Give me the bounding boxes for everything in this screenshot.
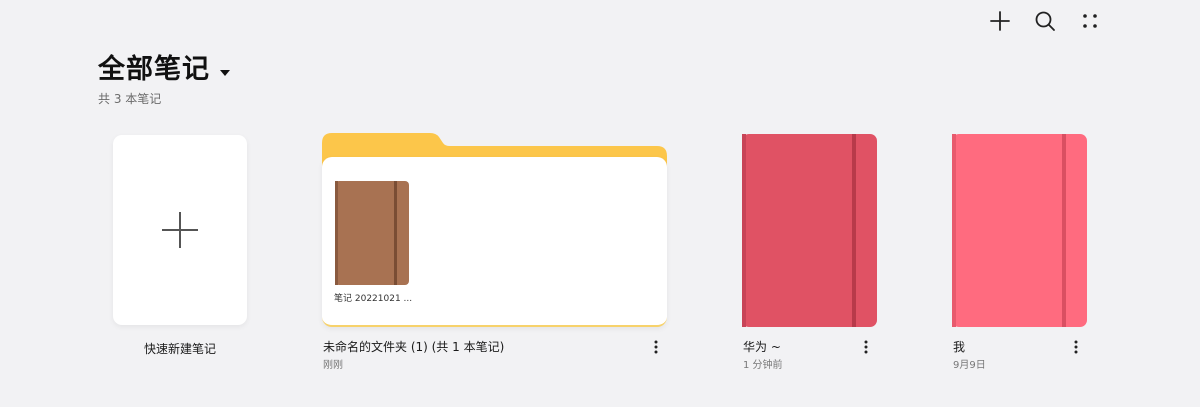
notebook-time: 9月9日 (953, 360, 986, 371)
folder-name: 未命名的文件夹 (1) (共 1 本笔记) (323, 340, 505, 354)
notebook-card[interactable] (742, 134, 877, 327)
notes-filter-dropdown[interactable]: 全部笔记 (98, 52, 231, 88)
notes-count: 共 3 本笔记 (98, 92, 162, 106)
caret-down-icon (219, 62, 231, 81)
notebook-more-icon[interactable] (1070, 339, 1082, 355)
page-title: 全部笔记 (98, 54, 210, 85)
notebook-time: 1 分钟前 (743, 360, 783, 371)
notebook-thumbnail-icon (335, 181, 409, 285)
inner-note-label: 笔记 20221021 ... (334, 294, 413, 304)
search-icon[interactable] (1033, 9, 1057, 33)
notebook-more-icon[interactable] (860, 339, 872, 355)
more-grid-icon[interactable] (1078, 9, 1102, 33)
quick-create-note-button[interactable] (113, 135, 247, 325)
notebook-title: 华为 ~ (743, 340, 781, 354)
folder-card[interactable]: 笔记 20221021 ... (322, 133, 667, 327)
quick-create-label: 快速新建笔记 (143, 342, 216, 356)
folder-time: 刚刚 (323, 360, 343, 371)
notebook-card[interactable] (952, 134, 1087, 327)
notebook-cover-icon (742, 134, 877, 327)
folder-body: 笔记 20221021 ... (322, 157, 667, 327)
notebook-title: 我 (953, 340, 966, 354)
folder-more-icon[interactable] (650, 339, 662, 355)
notes-home: 全部笔记 共 3 本笔记 快速新建笔记 笔记 20221021 ... 未命名的… (0, 0, 1200, 407)
add-icon[interactable] (988, 9, 1012, 33)
plus-icon (162, 212, 198, 248)
notebook-cover-icon (952, 134, 1087, 327)
